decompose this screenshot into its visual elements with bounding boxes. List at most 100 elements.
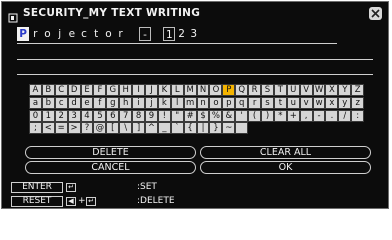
keyboard-key[interactable]: H (119, 84, 133, 96)
keyboard-key[interactable]: I (132, 84, 146, 96)
keyboard-key[interactable]: = (54, 122, 68, 135)
keyboard-key[interactable]: 3 (67, 109, 81, 122)
keyboard-key[interactable]: B (41, 84, 55, 96)
keyboard-key[interactable]: E (80, 84, 94, 96)
keyboard-key[interactable]: n (196, 96, 210, 109)
keyboard-key[interactable]: V (299, 84, 313, 96)
close-button[interactable] (369, 7, 382, 20)
keyboard-key[interactable]: X (325, 84, 339, 96)
keyboard-key[interactable]: A (29, 84, 42, 96)
keyboard-key[interactable]: W (312, 84, 326, 96)
keyboard-key[interactable]: $ (196, 109, 210, 122)
keyboard-key[interactable]: 4 (80, 109, 94, 122)
keyboard-key[interactable]: z (351, 96, 365, 109)
keyboard-key[interactable]: ] (132, 122, 146, 135)
clear-all-button[interactable]: CLEAR ALL (200, 146, 371, 159)
keyboard-key[interactable]: m (183, 96, 197, 109)
keyboard-key[interactable]: G (106, 84, 120, 96)
keyboard-key[interactable]: w (312, 96, 326, 109)
keyboard-key[interactable]: * (273, 109, 287, 122)
keyboard-key[interactable]: } (209, 122, 223, 135)
keyboard-key[interactable]: l (170, 96, 184, 109)
keyboard-key[interactable]: P (222, 84, 236, 96)
keyboard-key[interactable]: N (196, 84, 210, 96)
keyboard-key[interactable]: | (196, 122, 210, 135)
keyboard-key[interactable]: , (299, 109, 313, 122)
keyboard-key[interactable]: b (41, 96, 55, 109)
keyboard-key[interactable]: 5 (93, 109, 107, 122)
keyboard-key[interactable]: 2 (54, 109, 68, 122)
keyboard-key[interactable]: ( (248, 109, 262, 122)
keyboard-key[interactable]: < (41, 122, 55, 135)
keyboard-key[interactable]: ' (235, 109, 249, 122)
ok-button[interactable]: OK (200, 161, 371, 174)
keyboard-key[interactable]: p (222, 96, 236, 109)
keyboard-key[interactable]: i (132, 96, 146, 109)
keyboard-key[interactable]: 9 (145, 109, 158, 122)
keyboard-key[interactable]: s (261, 96, 274, 109)
keyboard-key[interactable]: + (286, 109, 300, 122)
keyboard-key[interactable]: { (183, 122, 197, 135)
delete-button[interactable]: DELETE (25, 146, 196, 159)
keyboard-key[interactable]: @ (93, 122, 107, 135)
keyboard-key[interactable]: r (248, 96, 262, 109)
text-entry-field[interactable]: Projector - 123 (17, 27, 200, 41)
keyboard-key[interactable]: ! (157, 109, 171, 122)
keyboard-key[interactable]: F (93, 84, 107, 96)
keyboard-key[interactable]: _ (157, 122, 171, 135)
keyboard-key[interactable]: ? (80, 122, 94, 135)
keyboard-key[interactable]: Q (235, 84, 249, 96)
keyboard-key[interactable]: U (286, 84, 300, 96)
keyboard-key[interactable]: K (157, 84, 171, 96)
keyboard-key[interactable]: e (80, 96, 94, 109)
keyboard-key[interactable]: O (209, 84, 223, 96)
keyboard-key[interactable]: " (170, 109, 184, 122)
keyboard-key[interactable]: ~ (222, 122, 236, 135)
keyboard-key[interactable]: u (286, 96, 300, 109)
keyboard-key[interactable]: / (338, 109, 352, 122)
keyboard-key[interactable]: g (106, 96, 120, 109)
keyboard-key[interactable]: S (261, 84, 274, 96)
keyboard-key[interactable]: M (183, 84, 197, 96)
keyboard-key[interactable]: \ (119, 122, 133, 135)
keyboard-key[interactable]: [ (106, 122, 120, 135)
keyboard-key[interactable]: % (209, 109, 223, 122)
keyboard-key[interactable]: x (325, 96, 339, 109)
keyboard-key[interactable]: C (54, 84, 68, 96)
cancel-button[interactable]: CANCEL (25, 161, 196, 174)
keyboard-key[interactable]: L (170, 84, 184, 96)
keyboard-key[interactable]: Y (338, 84, 352, 96)
keyboard-key[interactable]: 8 (132, 109, 146, 122)
keyboard-key[interactable]: j (145, 96, 158, 109)
keyboard-key[interactable]: D (67, 84, 81, 96)
keyboard-key[interactable]: . (325, 109, 339, 122)
keyboard-key[interactable]: Z (351, 84, 365, 96)
keyboard-key[interactable]: d (67, 96, 81, 109)
keyboard-key[interactable]: ) (261, 109, 274, 122)
keyboard-key[interactable]: 0 (29, 109, 42, 122)
keyboard-key[interactable]: T (273, 84, 287, 96)
keyboard-key[interactable]: 6 (106, 109, 120, 122)
keyboard-key[interactable]: 1 (41, 109, 55, 122)
keyboard-key[interactable]: q (235, 96, 249, 109)
keyboard-key[interactable]: J (145, 84, 158, 96)
keyboard-key[interactable]: > (67, 122, 81, 135)
keyboard-key[interactable]: a (29, 96, 42, 109)
keyboard-key[interactable]: - (312, 109, 326, 122)
keyboard-key[interactable]: R (248, 84, 262, 96)
keyboard-key[interactable]: y (338, 96, 352, 109)
keyboard-key[interactable]: & (222, 109, 236, 122)
keyboard-key[interactable]: k (157, 96, 171, 109)
keyboard-key[interactable]: # (183, 109, 197, 122)
keyboard-key[interactable]: v (299, 96, 313, 109)
keyboard-key[interactable]: ^ (145, 122, 158, 135)
keyboard-key[interactable] (235, 122, 249, 135)
keyboard-key[interactable]: : (351, 109, 365, 122)
keyboard-key[interactable]: t (273, 96, 287, 109)
keyboard-key[interactable]: h (119, 96, 133, 109)
keyboard-key[interactable]: 7 (119, 109, 133, 122)
keyboard-key[interactable]: ; (29, 122, 42, 135)
keyboard-key[interactable]: ` (170, 122, 184, 135)
keyboard-key[interactable]: f (93, 96, 107, 109)
keyboard-key[interactable]: o (209, 96, 223, 109)
